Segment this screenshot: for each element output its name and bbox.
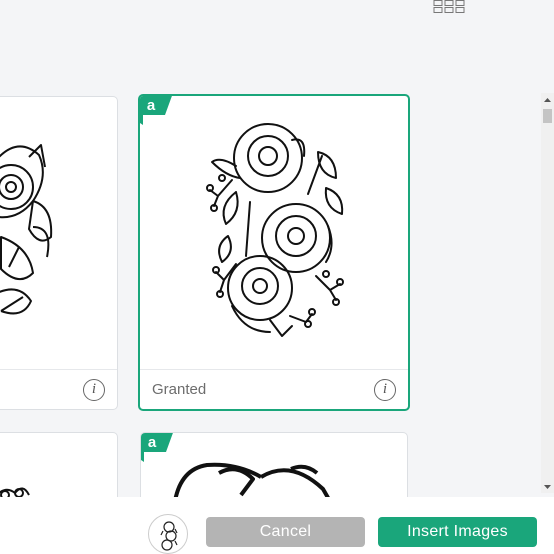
insert-images-button[interactable]: Insert Images (378, 517, 537, 547)
vertical-scrollbar[interactable] (541, 93, 554, 493)
scroll-down-arrow-icon[interactable] (541, 481, 554, 493)
card-footer: Granted i (140, 369, 408, 409)
access-badge-icon: a (140, 96, 172, 125)
cancel-button[interactable]: Cancel (206, 517, 365, 547)
card-artwork (173, 462, 333, 504)
badge-letter: a (148, 434, 157, 451)
card-footer: i (0, 369, 117, 409)
card-artwork (0, 97, 117, 369)
image-card-selected[interactable]: a Granted i (138, 94, 410, 411)
card-artwork (0, 487, 30, 500)
access-badge-icon: a (141, 433, 173, 462)
info-icon[interactable]: i (374, 379, 396, 401)
card-title: Granted (152, 381, 207, 398)
scroll-up-arrow-icon[interactable] (541, 94, 554, 106)
info-icon[interactable]: i (83, 379, 105, 401)
grid-view-icon[interactable] (433, 0, 465, 14)
badge-letter: a (147, 97, 156, 114)
card-artwork (140, 96, 408, 369)
scrollbar-thumb[interactable] (543, 109, 552, 123)
selected-image-thumbnail (148, 514, 188, 554)
image-card[interactable]: i (0, 96, 118, 410)
